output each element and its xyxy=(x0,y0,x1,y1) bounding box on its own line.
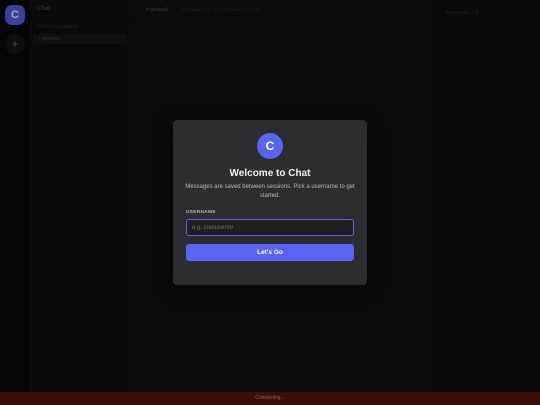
welcome-modal: C Welcome to Chat Messages are saved bet… xyxy=(173,120,367,285)
username-input[interactable] xyxy=(186,219,354,236)
connection-status-text: Connecting... xyxy=(255,395,285,401)
modal-subtitle: Messages are saved between sessions. Pic… xyxy=(185,184,355,199)
lets-go-button[interactable]: Let's Go xyxy=(186,244,354,261)
connection-status-bar: Connecting... xyxy=(0,392,540,405)
chat-app: C + Chat TEXT CHANNELS # general # gener… xyxy=(0,0,540,405)
username-label: USERNAME xyxy=(186,210,216,215)
modal-title: Welcome to Chat xyxy=(229,168,311,179)
app-logo: C xyxy=(257,133,283,159)
